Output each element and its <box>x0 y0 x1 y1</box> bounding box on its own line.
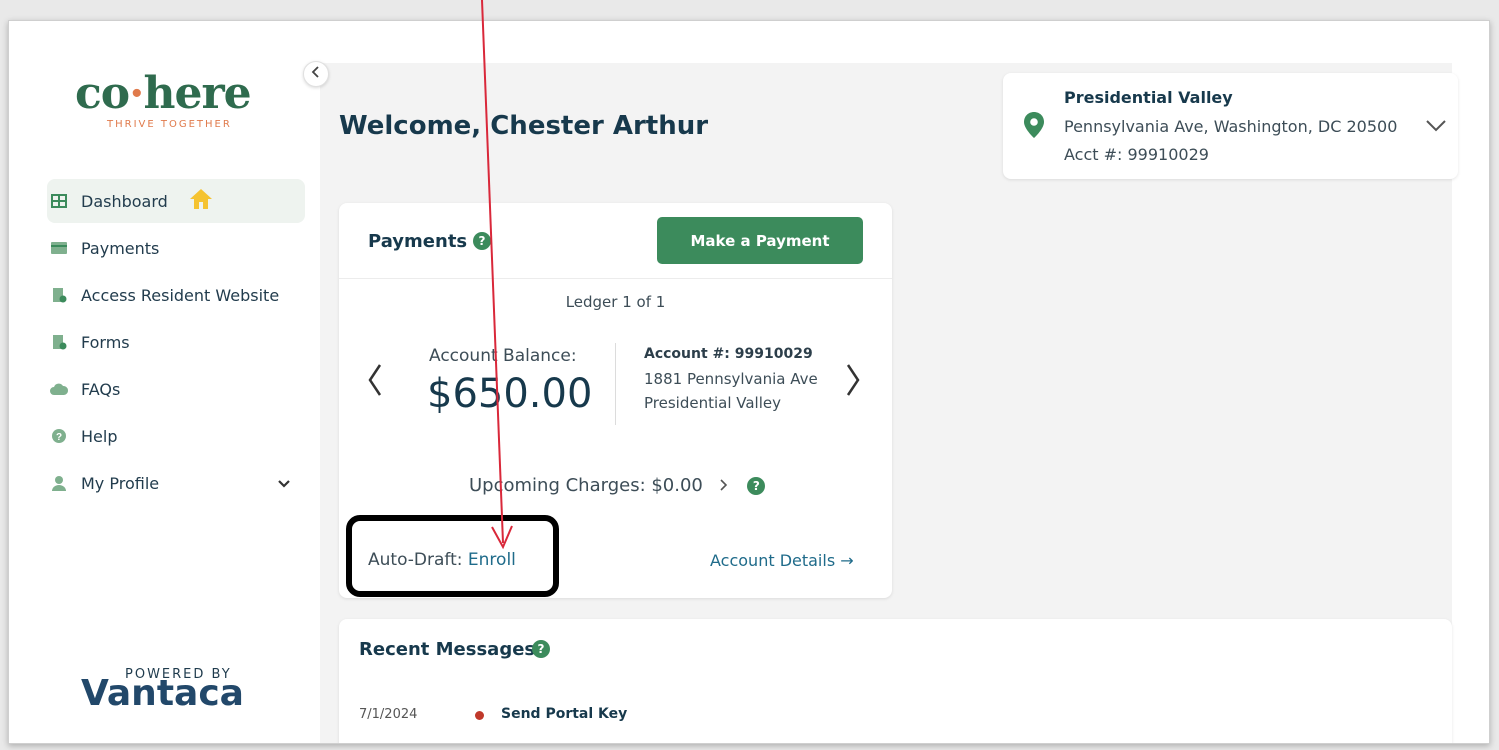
document-icon <box>49 287 69 303</box>
sidebar-item-label: Payments <box>81 238 160 258</box>
sidebar-item-my-profile[interactable]: My Profile <box>47 461 305 505</box>
logo-dot: · <box>129 68 144 119</box>
account-balance-label: Account Balance: <box>429 346 577 366</box>
sidebar-item-forms[interactable]: Forms <box>47 320 305 364</box>
logo-word-left: co <box>75 68 130 119</box>
sidebar-item-payments[interactable]: Payments <box>47 226 305 270</box>
property-name: Presidential Valley <box>1064 88 1233 107</box>
payments-title: Payments <box>368 231 468 252</box>
sidebar-item-faqs[interactable]: FAQs <box>47 367 305 411</box>
ledger-indicator: Ledger 1 of 1 <box>565 293 666 311</box>
previous-ledger-icon[interactable] <box>367 363 383 406</box>
sidebar-item-access-resident-website[interactable]: Access Resident Website <box>47 273 305 317</box>
sidebar-item-label: Dashboard <box>81 191 168 211</box>
collapse-sidebar-button[interactable] <box>303 61 329 87</box>
property-selector[interactable]: Presidential Valley Pennsylvania Ave, Wa… <box>1003 73 1458 179</box>
logo-word-right: here <box>143 68 251 119</box>
card-icon <box>49 241 69 255</box>
payments-card-header: Payments ? Make a Payment <box>339 203 892 279</box>
main-content: Welcome, Chester Arthur Presidential Val… <box>320 63 1458 743</box>
sidebar-item-label: Access Resident Website <box>81 285 280 305</box>
sidebar-item-label: Help <box>81 426 118 446</box>
help-icon[interactable]: ? <box>532 640 550 658</box>
sidebar: co·here THRIVE TOGETHER Dashboard Paymen… <box>9 21 320 743</box>
svg-text:?: ? <box>56 432 62 443</box>
sidebar-item-help[interactable]: ? Help <box>47 414 305 458</box>
page-title: Welcome, Chester Arthur <box>339 111 709 141</box>
account-address-line2: Presidential Valley <box>644 394 781 412</box>
upcoming-charges[interactable]: Upcoming Charges: $0.00 ? <box>469 475 766 496</box>
document-icon <box>49 334 69 350</box>
recent-messages-card: Recent Messages ? 7/1/2024 Send Portal K… <box>339 619 1452 743</box>
account-details-link[interactable]: Account Details → <box>710 551 854 570</box>
account-number: Account #: 99910029 <box>644 346 813 362</box>
sidebar-nav: Dashboard Payments Access Resident Websi… <box>47 179 305 508</box>
user-icon <box>49 475 69 491</box>
app-window: co·here THRIVE TOGETHER Dashboard Paymen… <box>8 20 1490 744</box>
chevron-down-icon[interactable] <box>1425 117 1447 138</box>
unread-indicator <box>475 711 484 720</box>
make-payment-button[interactable]: Make a Payment <box>657 217 863 264</box>
account-address-line1: 1881 Pennsylvania Ave <box>644 370 818 388</box>
message-date: 7/1/2024 <box>359 707 418 722</box>
account-balance-value: $650.00 <box>427 371 593 417</box>
logo-tagline: THRIVE TOGETHER <box>107 119 232 130</box>
recent-messages-title: Recent Messages <box>359 639 536 660</box>
sidebar-item-dashboard[interactable]: Dashboard <box>47 179 305 223</box>
chevron-left-icon <box>311 66 321 82</box>
powered-by-vantaca: POWERED BY Vantaca <box>81 667 244 712</box>
message-subject[interactable]: Send Portal Key <box>501 706 627 722</box>
question-icon: ? <box>49 428 69 444</box>
annotation-highlight-box <box>346 515 559 597</box>
divider <box>615 343 616 425</box>
home-icon <box>188 187 214 215</box>
sidebar-item-label: Forms <box>81 332 130 352</box>
help-icon[interactable]: ? <box>473 232 491 250</box>
next-ledger-icon[interactable] <box>845 363 861 406</box>
sidebar-item-label: FAQs <box>81 379 121 399</box>
location-pin-icon <box>1023 111 1045 143</box>
upcoming-charges-text: Upcoming Charges: $0.00 <box>469 475 703 496</box>
property-address: Pennsylvania Ave, Washington, DC 20500 <box>1064 117 1398 136</box>
chevron-right-icon <box>719 475 734 496</box>
property-account: Acct #: 99910029 <box>1064 145 1209 164</box>
help-icon[interactable]: ? <box>747 477 766 495</box>
cloud-icon <box>49 382 69 396</box>
vantaca-logo: Vantaca <box>81 673 244 714</box>
chevron-down-icon[interactable] <box>277 474 291 493</box>
sidebar-item-label: My Profile <box>81 473 160 493</box>
grid-icon <box>49 194 69 208</box>
cohere-logo[interactable]: co·here THRIVE TOGETHER <box>75 68 275 131</box>
